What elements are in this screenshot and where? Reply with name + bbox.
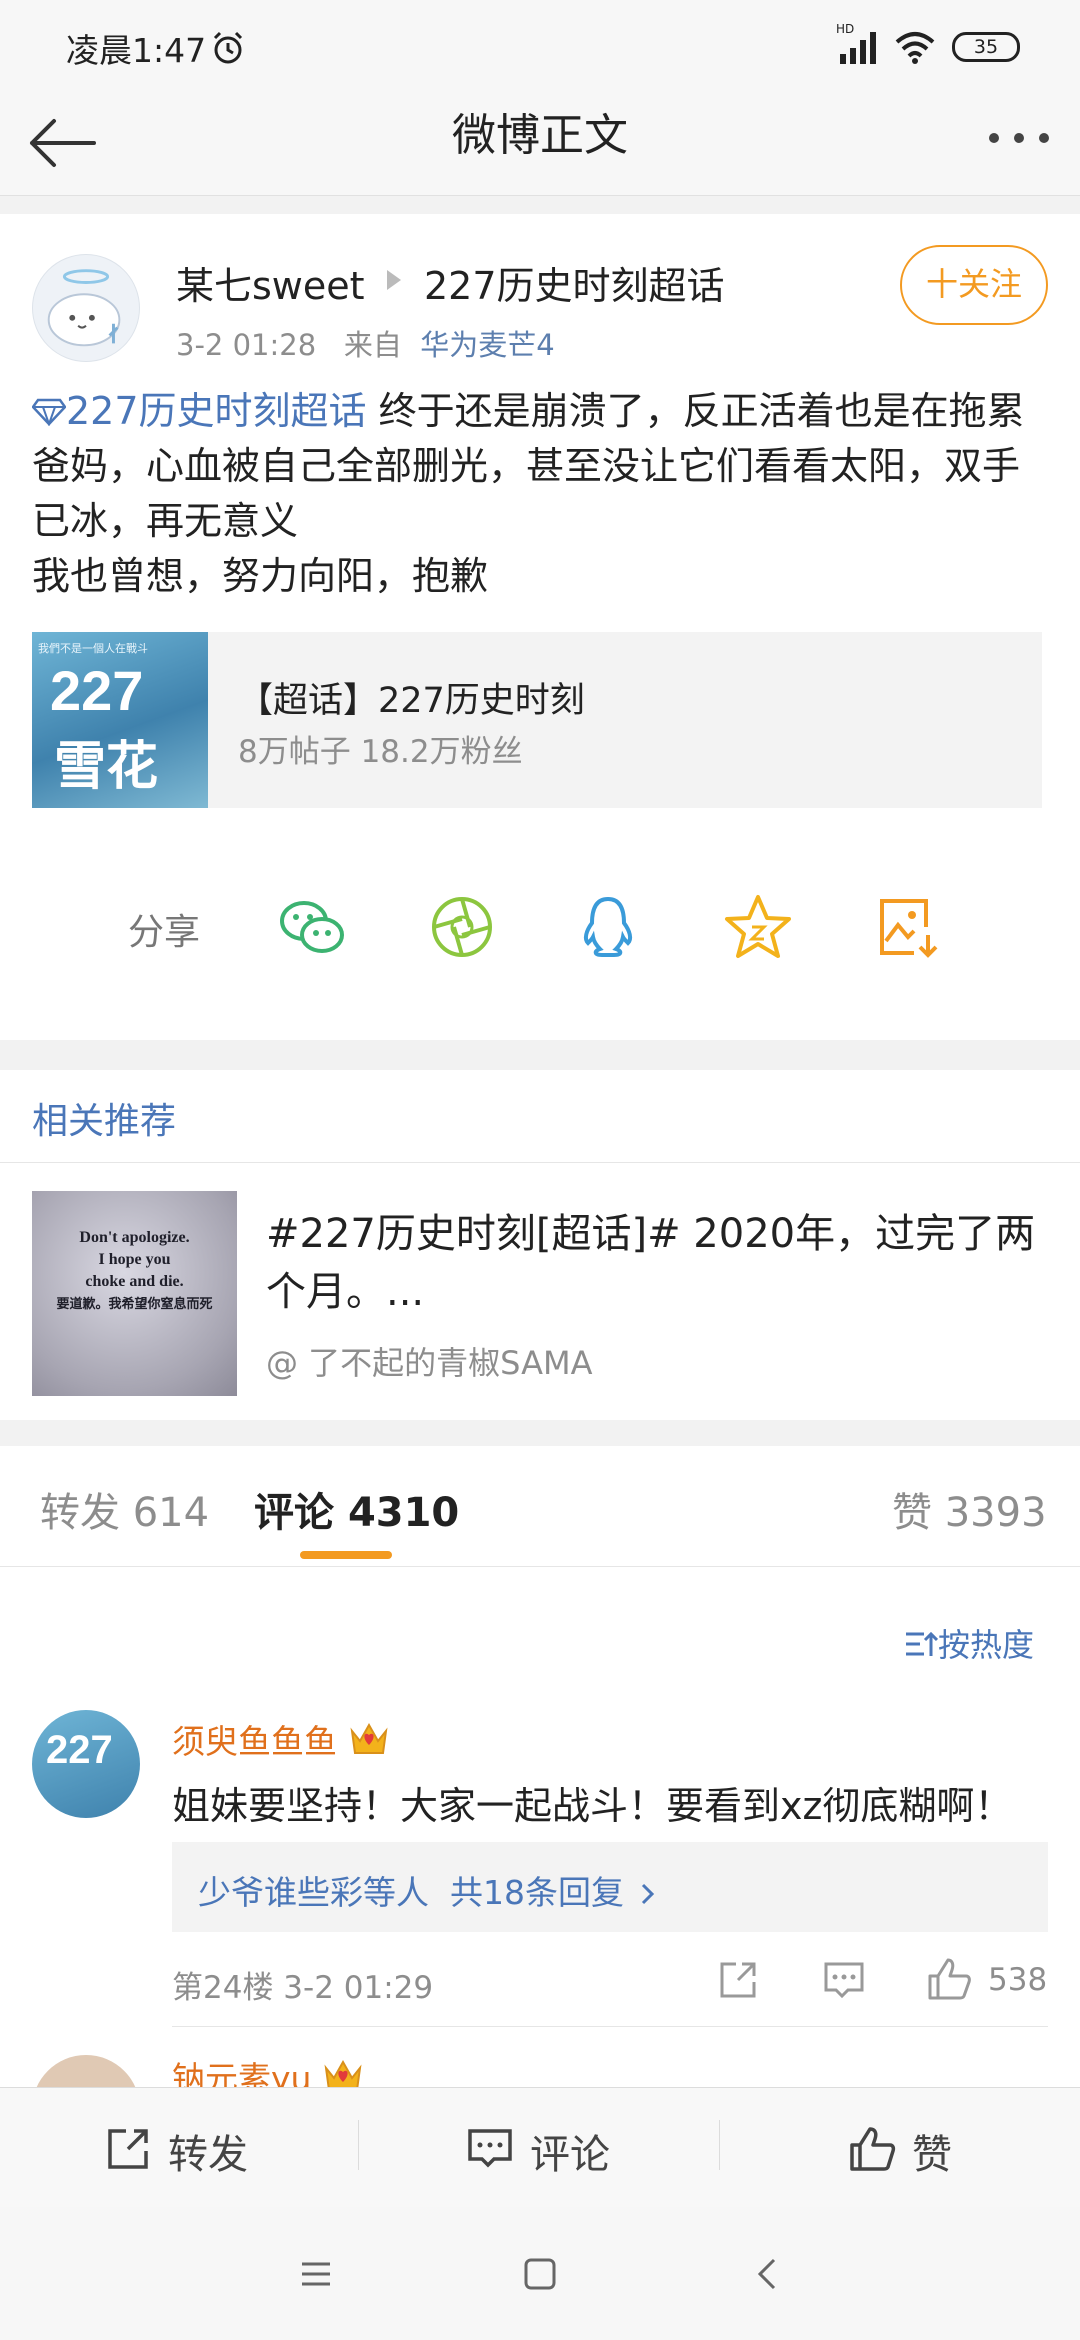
home-icon[interactable] <box>522 2256 558 2292</box>
tab-reposts[interactable]: 转发 614 <box>40 1480 209 1538</box>
supertopic-thumbnail: 我們不是一個人在戰斗 227 雪花 <box>32 632 208 808</box>
wechat-share-icon[interactable] <box>276 891 348 963</box>
avatar-cartoon-icon <box>47 269 121 347</box>
thumb-caption: Don't apologize. I hope you choke and di… <box>32 1227 237 1315</box>
follow-button[interactable]: 十关注 <box>900 245 1048 325</box>
commenter-name: 须臾鱼鱼鱼 <box>172 1722 337 1761</box>
comment-share-icon[interactable] <box>716 1958 760 2002</box>
divider <box>172 2026 1048 2027</box>
thumb-sub-text: 雪花 <box>54 737 159 797</box>
thumb-caption-line: Don't apologize. <box>79 1229 190 1246</box>
share-label: 分享 <box>128 912 201 953</box>
post-time: 3-2 01:28 <box>176 328 317 362</box>
post-text-line2: 我也曾想，努力向阳，抱歉 <box>32 554 489 598</box>
sort-icon <box>906 1631 939 1656</box>
thumb-caption-line: choke and die. <box>85 1273 184 1290</box>
recent-apps-icon[interactable] <box>298 2256 334 2292</box>
post-source-prefix: 来自 <box>343 328 402 362</box>
supertopic-title: 【超话】227历史时刻 <box>238 681 585 721</box>
commenter-avatar-text: 227 <box>46 1728 113 1772</box>
like-label: 赞 <box>912 2132 952 2178</box>
tab-reposts-label: 转发 <box>40 1490 120 1536</box>
battery-icon: 35 <box>952 32 1020 62</box>
related-heading: 相关推荐 <box>32 1101 177 1142</box>
thumb-caption-line: I hope you <box>98 1251 171 1268</box>
tab-reposts-count: 614 <box>132 1490 210 1536</box>
tab-comments-count: 4310 <box>347 1490 460 1536</box>
recommendation-thumbnail[interactable]: Don't apologize. I hope you choke and di… <box>32 1191 237 1396</box>
repost-label: 转发 <box>168 2132 248 2178</box>
active-tab-indicator <box>300 1551 392 1559</box>
status-time: 凌晨1:47 <box>66 31 207 70</box>
tab-likes-label: 赞 <box>892 1490 932 1536</box>
topic-name[interactable]: 227历史时刻超话 <box>424 255 725 310</box>
divider <box>0 1162 1080 1163</box>
system-back-icon[interactable] <box>750 2256 786 2292</box>
like-icon <box>850 2127 896 2171</box>
sort-by-hot-button[interactable]: 按热度 <box>904 1620 1034 1666</box>
comment-label: 评论 <box>530 2132 610 2178</box>
like-button[interactable] <box>720 2087 1080 2207</box>
tab-likes[interactable]: 赞 3393 <box>892 1480 1047 1538</box>
chevron-right-icon <box>642 1883 655 1905</box>
alarm-icon <box>213 31 243 64</box>
thumb-top-text: 我們不是一個人在戰斗 <box>38 642 148 655</box>
supertopic-stats: 8万帖子 18.2万粉丝 <box>238 734 523 770</box>
wifi-icon <box>895 32 935 64</box>
reply-users: 少爷谁些彩等人 <box>198 1873 429 1912</box>
reply-count: 共18条回复 <box>449 1873 624 1912</box>
supertopic-diamond-icon <box>32 398 66 426</box>
tab-likes-count: 3393 <box>944 1490 1047 1536</box>
comment-floor-time: 第24楼 3-2 01:29 <box>172 1970 434 2006</box>
thumb-big-number: 227 <box>50 659 144 722</box>
comment-like-icon[interactable] <box>926 1956 972 2002</box>
crown-badge-icon <box>350 1722 387 1754</box>
save-image-icon[interactable] <box>872 891 944 963</box>
comment-text: 姐妹要坚持！大家一起战斗！要看到xz彻底糊啊！ <box>172 1784 1013 1828</box>
post-body: 227历史时刻超话 终于还是崩溃了，反正活着也是在拖累爸妈，心血被自己全部删光，… <box>32 384 1032 604</box>
tab-comments-label: 评论 <box>254 1490 334 1536</box>
recommendation-title[interactable]: #227历史时刻[超话]# 2020年，过完了两个月。... <box>266 1205 1046 1321</box>
author-username[interactable]: 某七sweet <box>176 255 365 310</box>
thumb-caption-line: 要道歉。我希望你窒息而死 <box>56 1296 213 1311</box>
comment-icon <box>468 2129 512 2168</box>
repost-icon <box>108 2129 148 2169</box>
commenter-username[interactable]: 须臾鱼鱼鱼 <box>172 1715 390 1763</box>
topic-arrow-icon <box>387 270 401 290</box>
replies-preview-text[interactable]: 少爷谁些彩等人 共18条回复 <box>198 1866 656 1914</box>
post-meta: 3-2 01:28 来自 华为麦芒4 <box>176 322 555 364</box>
sort-label: 按热度 <box>938 1626 1035 1664</box>
signal-icon <box>840 32 876 64</box>
tab-comments[interactable]: 评论 4310 <box>254 1480 459 1538</box>
post-device: 华为麦芒4 <box>420 328 555 362</box>
favorite-star-icon[interactable] <box>722 891 794 963</box>
more-options-icon[interactable] <box>986 128 1052 148</box>
recommendation-author[interactable]: @ 了不起的青椒SAMA <box>266 1338 592 1384</box>
comment-reply-icon[interactable] <box>822 1958 866 2002</box>
commenter-avatar[interactable]: 227 <box>32 1710 140 1818</box>
comment-like-count: 538 <box>988 1962 1048 1998</box>
supertopic-link[interactable]: 227历史时刻超话 <box>66 389 367 433</box>
qq-share-icon[interactable] <box>572 891 644 963</box>
page-title: 微博正文 <box>452 110 628 161</box>
author-avatar[interactable] <box>32 254 140 362</box>
moments-share-icon[interactable] <box>426 891 498 963</box>
